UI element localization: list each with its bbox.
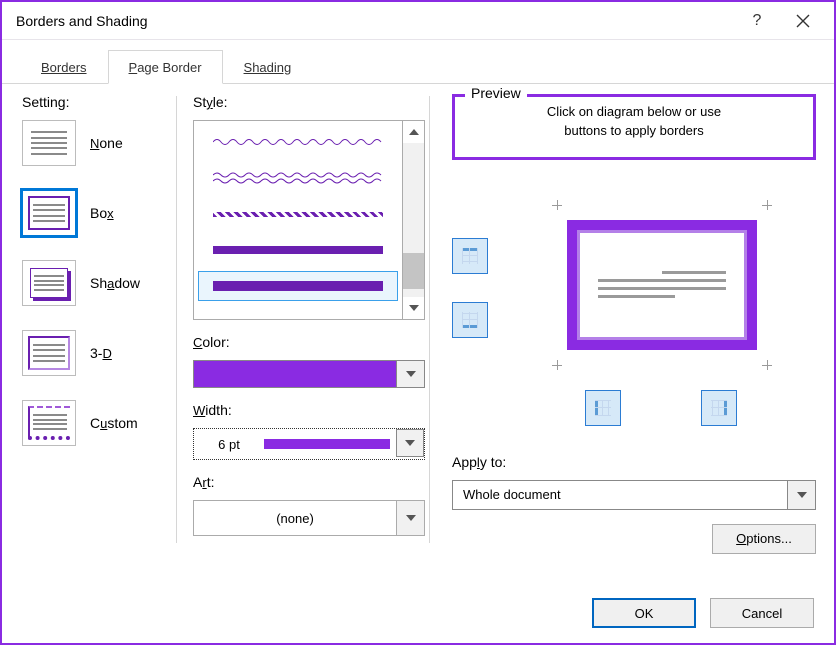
scroll-up-icon[interactable] [403, 121, 424, 143]
scroll-down-icon[interactable] [403, 297, 424, 319]
preview-hint: Click on diagram below or use buttons to… [465, 103, 803, 141]
art-dropdown[interactable]: (none) [193, 500, 425, 536]
help-button[interactable]: ? [734, 2, 780, 40]
setting-none-thumb [22, 120, 76, 166]
color-swatch [193, 360, 397, 388]
setting-box-thumb [22, 190, 76, 236]
style-dash-stripe[interactable] [198, 199, 398, 229]
tab-shading[interactable]: Shading [223, 50, 313, 84]
border-right-icon [709, 398, 729, 418]
style-scrollbar[interactable] [402, 121, 424, 319]
close-icon [796, 14, 810, 28]
art-chevron-down-icon[interactable] [397, 500, 425, 536]
color-dropdown[interactable] [193, 360, 425, 388]
border-bottom-icon [460, 310, 480, 330]
width-value: 6 pt [194, 429, 264, 459]
style-listbox[interactable] [193, 120, 425, 320]
preview-column: Preview Click on diagram below or use bu… [446, 94, 816, 583]
preview-diagram[interactable] [567, 220, 757, 350]
apply-chevron-down-icon[interactable] [788, 480, 816, 510]
apply-to-value: Whole document [452, 480, 788, 510]
dialog-footer: OK Cancel [2, 583, 834, 643]
tab-borders[interactable]: Borders [20, 50, 108, 84]
cancel-button[interactable]: Cancel [710, 598, 814, 628]
titlebar: Borders and Shading ? [2, 2, 834, 40]
style-wave-double[interactable] [198, 163, 398, 193]
border-bottom-toggle[interactable] [452, 302, 488, 338]
setting-label: Setting: [22, 94, 172, 110]
apply-to-dropdown[interactable]: Whole document [452, 480, 816, 510]
style-wave-thin[interactable] [198, 127, 398, 157]
border-left-icon [593, 398, 613, 418]
border-top-icon [460, 246, 480, 266]
options-button[interactable]: Options... [712, 524, 816, 554]
ok-button[interactable]: OK [592, 598, 696, 628]
art-value: (none) [193, 500, 397, 536]
borders-shading-dialog: Borders and Shading ? Borders Page Borde… [0, 0, 836, 645]
close-button[interactable] [780, 2, 826, 40]
style-column: Style: [193, 94, 425, 583]
width-chevron-down-icon[interactable] [396, 429, 424, 457]
border-left-toggle[interactable] [585, 390, 621, 426]
setting-custom-thumb [22, 400, 76, 446]
tab-strip: Borders Page Border Shading [2, 40, 834, 84]
setting-shadow-thumb [22, 260, 76, 306]
preview-legend: Preview [465, 85, 527, 101]
style-thick-bar[interactable] [198, 235, 398, 265]
border-top-toggle[interactable] [452, 238, 488, 274]
setting-box[interactable]: Box [22, 190, 172, 236]
setting-none[interactable]: None [22, 120, 172, 166]
width-dropdown[interactable]: 6 pt [193, 428, 425, 460]
style-thick-bar-selected[interactable] [198, 271, 398, 301]
scroll-thumb[interactable] [403, 253, 424, 289]
tab-page-border[interactable]: Page Border [108, 50, 223, 84]
setting-column: Setting: None Box [22, 94, 172, 583]
border-right-toggle[interactable] [701, 390, 737, 426]
help-icon: ? [753, 12, 762, 30]
setting-3d[interactable]: 3-D [22, 330, 172, 376]
preview-diagram-area [452, 200, 816, 370]
color-chevron-down-icon[interactable] [397, 360, 425, 388]
setting-shadow[interactable]: Shadow [22, 260, 172, 306]
setting-3d-thumb [22, 330, 76, 376]
setting-custom[interactable]: Custom [22, 400, 172, 446]
dialog-title: Borders and Shading [10, 13, 148, 29]
preview-group: Preview Click on diagram below or use bu… [452, 94, 816, 160]
